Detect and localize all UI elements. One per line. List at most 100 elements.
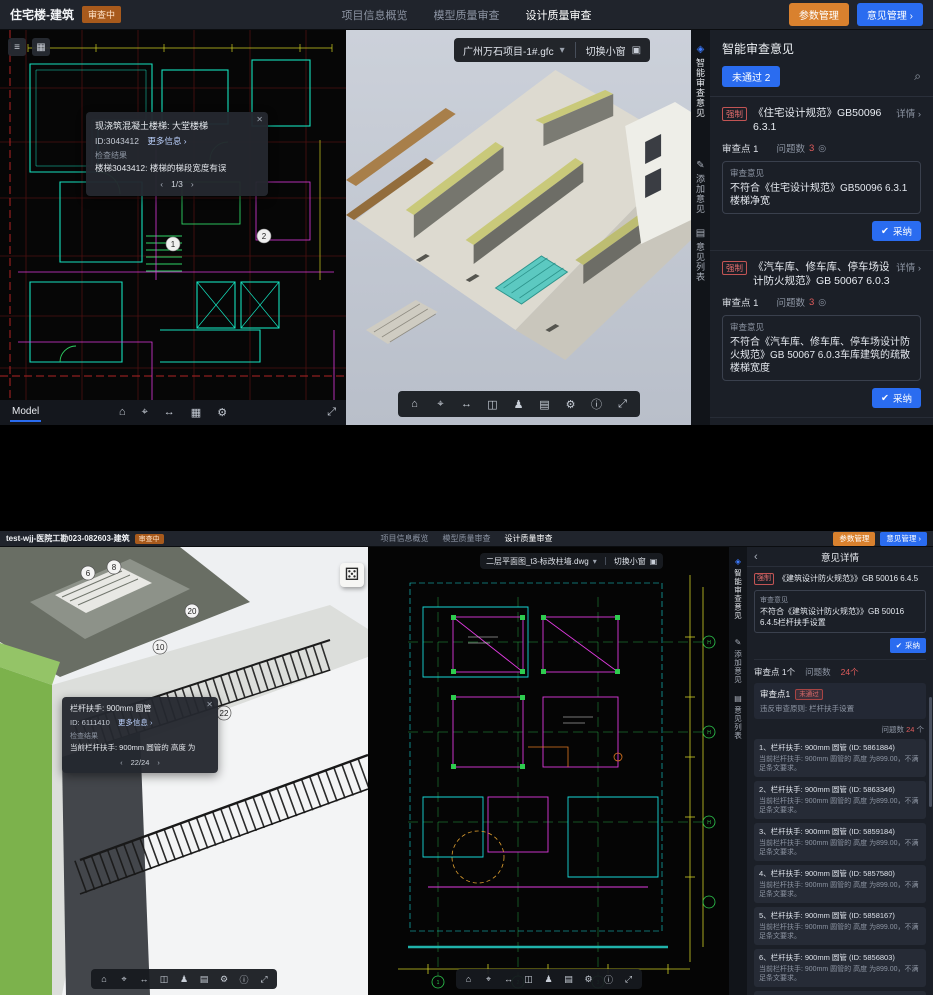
tab-design-quality[interactable]: 设计质量审查 [526, 7, 592, 23]
measure-icon[interactable]: ↔ [499, 974, 519, 984]
issue-item[interactable]: 1、栏杆扶手: 900mm 圆管 (ID: 5861884) 当前栏杆扶手: 9… [754, 739, 926, 777]
next-page-icon[interactable]: › [191, 179, 194, 189]
walk-icon[interactable]: ♟ [174, 974, 194, 985]
ai-icon: ◈ [735, 557, 741, 566]
view-cube[interactable]: ⚄ [340, 563, 364, 587]
list-icon[interactable]: ▤ [194, 974, 214, 985]
section-icon[interactable]: ◫ [480, 398, 506, 411]
tab-design-quality[interactable]: 设计质量审查 [505, 533, 553, 544]
model-3d-viewport[interactable]: 广州万石项目-1#.gfc ▾ 切换小窗 ▣ ⌂ ⌖ ↔ ◫ ♟ ▤ ⚙ ⓘ ⤢ [346, 30, 691, 425]
opinion-manage-button[interactable]: 意见管理 › [857, 3, 923, 26]
detail-link[interactable]: 详情 › [896, 106, 921, 120]
chevron-down-icon[interactable]: ▾ [593, 557, 597, 566]
review-point-group[interactable]: 审查点1 未通过 违反审查原则: 栏杆扶手设置 [754, 683, 926, 719]
home-icon[interactable]: ⌂ [459, 974, 479, 984]
cad-viewport[interactable]: HHH 123 [368, 547, 729, 995]
model-space-tab[interactable]: Model [10, 403, 41, 422]
tab-add-opinion[interactable]: ✎ 添加意见 [694, 160, 707, 214]
tab-model-quality[interactable]: 模型质量审查 [434, 7, 500, 23]
window-icon[interactable]: ▣ [632, 45, 641, 56]
eye-icon[interactable]: ◎ [818, 297, 826, 308]
tab-opinion-list[interactable]: ▤ 意见列表 [733, 694, 744, 740]
tab-opinion-list[interactable]: ▤ 意见列表 [694, 228, 707, 282]
measure-icon[interactable]: ↔ [134, 974, 154, 984]
measure-icon[interactable]: ↔ [454, 398, 480, 410]
issue-item[interactable]: 2、栏杆扶手: 900mm 圆管 (ID: 5863346) 当前栏杆扶手: 9… [754, 781, 926, 819]
info-icon[interactable]: ⓘ [234, 973, 254, 986]
section-icon[interactable]: ◫ [154, 974, 174, 985]
walk-icon[interactable]: ♟ [506, 398, 532, 411]
chevron-down-icon[interactable]: ▾ [560, 45, 565, 56]
close-icon[interactable]: ✕ [206, 700, 213, 709]
issue-item[interactable]: 7、栏杆扶手: 900mm 圆管 (ID: 5856696) 当前栏杆扶手: 9… [754, 991, 926, 995]
settings-icon[interactable]: ⚙ [558, 398, 584, 411]
filter-failed-pill[interactable]: 未通过 2 [722, 66, 780, 87]
tab-project-info[interactable]: 项目信息概览 [342, 7, 408, 23]
search-icon[interactable]: ⌕ [914, 69, 921, 84]
fullscreen-icon[interactable]: ⤢ [327, 406, 336, 419]
fullscreen-icon[interactable]: ⤢ [254, 974, 274, 985]
accept-button[interactable]: ✔ 采纳 [890, 638, 926, 653]
info-icon[interactable]: ⓘ [599, 973, 619, 986]
layers-icon[interactable]: ▦ [191, 406, 201, 419]
svg-text:1: 1 [171, 240, 176, 249]
issues-label: 问题数 [881, 725, 904, 734]
detail-link[interactable]: 详情 › [896, 260, 921, 274]
menu-icon[interactable]: ≡ [8, 38, 26, 56]
next-page-icon[interactable]: › [157, 758, 160, 767]
home-icon[interactable]: ⌂ [119, 406, 126, 419]
settings-icon[interactable]: ⚙ [217, 406, 227, 419]
issue-item[interactable]: 4、栏杆扶手: 900mm 圆管 (ID: 5857580) 当前栏杆扶手: 9… [754, 865, 926, 903]
model-file-select[interactable]: 广州万石项目-1#.gfc [463, 43, 554, 58]
layers-icon[interactable]: ▦ [32, 38, 50, 56]
select-icon[interactable]: ⌖ [479, 974, 499, 985]
settings-icon[interactable]: ⚙ [214, 974, 234, 985]
prev-page-icon[interactable]: ‹ [160, 179, 163, 189]
tab-project-info[interactable]: 项目信息概览 [381, 533, 429, 544]
more-info-link[interactable]: 更多信息 › [118, 718, 153, 727]
cad-viewport[interactable]: 1 2 ≡ ▦ ✕ 现浇筑混凝土楼梯: 大堂楼梯 ID:3043412 更多信息… [0, 30, 346, 425]
params-manage-button[interactable]: 参数管理 [789, 3, 849, 26]
select-icon[interactable]: ⌖ [428, 398, 454, 411]
accept-button[interactable]: ✔ 采纳 [872, 221, 921, 241]
issue-item[interactable]: 6、栏杆扶手: 900mm 圆管 (ID: 5856803) 当前栏杆扶手: 9… [754, 949, 926, 987]
issue-item[interactable]: 3、栏杆扶手: 900mm 圆管 (ID: 5859184) 当前栏杆扶手: 9… [754, 823, 926, 861]
home-icon[interactable]: ⌂ [402, 398, 428, 410]
issue-desc: 当前栏杆扶手: 900mm 圆管的 高度 为899.00，不满足条文要求。 [759, 839, 921, 857]
app-window-top: 住宅楼-建筑 审查中 项目信息概览 模型质量审查 设计质量审查 参数管理 意见管… [0, 0, 933, 425]
measure-icon[interactable]: ↔ [164, 406, 175, 419]
scrollbar-thumb[interactable] [929, 697, 932, 807]
tab-smart-review[interactable]: ◈ 智能审查意见 [694, 44, 707, 118]
fullscreen-icon[interactable]: ⤢ [619, 974, 639, 985]
list-icon[interactable]: ▤ [532, 398, 558, 411]
walk-icon[interactable]: ♟ [539, 974, 559, 985]
section-icon[interactable]: ◫ [519, 974, 539, 985]
model-3d-viewport[interactable]: 6 8 20 10 22 ⚄ ✕ 栏杆扶手: 900mm 圆管 ID: 6111… [0, 547, 368, 995]
select-icon[interactable]: ⌖ [114, 974, 134, 985]
tab-smart-review[interactable]: ◈ 智能审查意见 [733, 557, 744, 620]
issue-item[interactable]: 5、栏杆扶手: 900mm 圆管 (ID: 5858167) 当前栏杆扶手: 9… [754, 907, 926, 945]
eye-icon[interactable]: ◎ [818, 143, 826, 154]
more-info-link[interactable]: 更多信息 › [147, 136, 186, 146]
issues-count-row: 问题数 24 个 [756, 724, 924, 735]
opinion-manage-button[interactable]: 意见管理 › [880, 532, 927, 546]
switch-window-button[interactable]: 切换小窗 [586, 43, 626, 58]
settings-icon[interactable]: ⚙ [579, 974, 599, 985]
tab-add-opinion[interactable]: ✎ 添加意见 [733, 638, 744, 684]
switch-window-button[interactable]: 切换小窗 [614, 556, 646, 567]
svg-text:20: 20 [188, 607, 197, 616]
status-badge: 审查中 [135, 534, 164, 544]
accept-button[interactable]: ✔ 采纳 [872, 388, 921, 408]
info-icon[interactable]: ⓘ [584, 396, 610, 412]
params-manage-button[interactable]: 参数管理 [833, 532, 875, 546]
select-icon[interactable]: ⌖ [142, 406, 148, 419]
home-icon[interactable]: ⌂ [94, 974, 114, 984]
list-icon[interactable]: ▤ [559, 974, 579, 985]
window-icon[interactable]: ▣ [650, 557, 658, 566]
close-icon[interactable]: ✕ [256, 115, 263, 124]
back-icon[interactable]: ‹ [754, 551, 758, 563]
fullscreen-icon[interactable]: ⤢ [610, 398, 636, 411]
tab-model-quality[interactable]: 模型质量审查 [443, 533, 491, 544]
prev-page-icon[interactable]: ‹ [120, 758, 123, 767]
cad-file-select[interactable]: 二层平面图_t3-标改柱墙.dwg [486, 556, 589, 567]
